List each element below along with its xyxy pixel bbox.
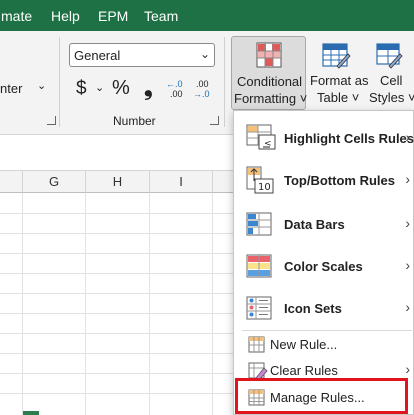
- data-bars-label: Data Bars: [284, 217, 345, 232]
- grid-line: [212, 193, 213, 415]
- grid-line: [0, 273, 240, 274]
- menu-item-help[interactable]: Help: [51, 8, 80, 24]
- chevron-right-icon: ›: [405, 299, 410, 315]
- cell-styles-button[interactable]: Cell Styles ˅: [366, 36, 414, 110]
- alignment-launcher-icon[interactable]: [47, 116, 56, 125]
- cell-styles-label-1: Cell: [380, 73, 403, 88]
- highlight-cells-icon: <: [246, 124, 276, 150]
- currency-icon[interactable]: $: [76, 78, 87, 100]
- column-header-blank[interactable]: [0, 171, 23, 193]
- chevron-down-icon[interactable]: ⌄: [37, 79, 46, 92]
- chevron-right-icon: ›: [405, 257, 410, 273]
- chevron-down-icon[interactable]: ⌄: [95, 81, 104, 94]
- increase-decimal-bottom: .00: [170, 89, 183, 99]
- conditional-formatting-label-2: Formatting ˅: [234, 91, 308, 106]
- number-launcher-icon[interactable]: [210, 116, 219, 125]
- menu-item-team[interactable]: Team: [144, 8, 178, 24]
- column-header-i[interactable]: I: [150, 171, 213, 193]
- grid-line: [0, 253, 240, 254]
- chevron-right-icon: ›: [405, 361, 410, 377]
- format-as-table-label-2: Table ˅: [317, 90, 360, 105]
- column-header-h[interactable]: H: [86, 171, 150, 193]
- menu-item-new-rule[interactable]: New Rule...: [234, 333, 414, 357]
- icon-sets-icon: [246, 296, 272, 320]
- cell-styles-icon: [376, 43, 403, 69]
- grid-line: [0, 293, 240, 294]
- cell-styles-label-2: Styles ˅: [369, 90, 414, 105]
- comma-style-icon[interactable]: ❟: [144, 75, 153, 101]
- grid-line: [149, 193, 150, 415]
- conditional-formatting-label-1: Conditional: [237, 74, 303, 89]
- format-as-table-label-1: Format as: [310, 73, 369, 88]
- top10-icon-text: 10: [258, 182, 271, 193]
- grid-line: [0, 233, 240, 234]
- chevron-down-icon: ⌄: [199, 47, 210, 61]
- chevron-right-icon: ›: [405, 129, 410, 145]
- menu-item-epm[interactable]: EPM: [98, 8, 128, 24]
- number-format-select[interactable]: General ⌄: [69, 43, 215, 67]
- menu-item-highlight-cells-rules[interactable]: < Highlight Cells Rules ›: [234, 119, 414, 159]
- new-rule-icon: [248, 336, 265, 353]
- decrease-decimal-icon[interactable]: .00 →.0: [193, 79, 215, 103]
- sheet-tab-indicator: [23, 411, 39, 415]
- merge-center-label[interactable]: nter: [0, 81, 22, 96]
- top-bottom-icon: 10: [246, 166, 274, 194]
- menu-bar: mate Help EPM Team: [0, 0, 414, 31]
- manage-rules-highlight-box: [235, 378, 408, 414]
- grid-line: [0, 353, 240, 354]
- conditional-formatting-button[interactable]: Conditional Formatting ˅: [231, 36, 308, 110]
- color-scales-label: Color Scales: [284, 259, 363, 274]
- grid-line: [22, 193, 23, 415]
- increase-decimal-icon[interactable]: ←.0 .00: [166, 79, 188, 103]
- group-separator: [224, 37, 225, 127]
- grid-line: [0, 213, 240, 214]
- grid-line: [0, 333, 240, 334]
- group-separator: [59, 37, 60, 127]
- number-group-label: Number: [113, 114, 156, 128]
- increase-decimal-top: ←.0: [166, 79, 183, 89]
- icon-sets-label: Icon Sets: [284, 301, 342, 316]
- decrease-decimal-bottom: →.0: [193, 89, 210, 99]
- color-scales-icon: [246, 254, 272, 278]
- menu-item-formulas[interactable]: mate: [1, 8, 32, 24]
- conditional-formatting-icon: [256, 42, 282, 68]
- menu-item-data-bars[interactable]: Data Bars ›: [234, 205, 414, 245]
- grid-line: [85, 193, 86, 415]
- menu-item-top-bottom-rules[interactable]: 10 Top/Bottom Rules ›: [234, 161, 414, 201]
- conditional-formatting-menu: < Highlight Cells Rules › 10 Top/Bottom …: [233, 110, 414, 415]
- grid-line: [0, 393, 240, 394]
- number-format-value: General: [74, 48, 121, 63]
- menu-item-icon-sets[interactable]: Icon Sets ›: [234, 289, 414, 329]
- decrease-decimal-top: .00: [196, 79, 209, 89]
- data-bars-icon: [246, 212, 272, 236]
- highlight-cells-rules-label: Highlight Cells Rules: [284, 131, 414, 146]
- format-as-table-icon: [322, 43, 351, 69]
- top-bottom-rules-label: Top/Bottom Rules: [284, 173, 395, 188]
- column-header-g[interactable]: G: [23, 171, 86, 193]
- new-rule-label: New Rule...: [270, 337, 338, 352]
- menu-separator: [242, 330, 412, 331]
- clear-rules-label: Clear Rules: [270, 363, 338, 378]
- grid-line: [0, 313, 240, 314]
- format-as-table-button[interactable]: Format as Table ˅: [308, 36, 369, 110]
- chevron-right-icon: ›: [405, 171, 410, 187]
- chevron-right-icon: ›: [405, 215, 410, 231]
- menu-item-color-scales[interactable]: Color Scales ›: [234, 247, 414, 287]
- grid-line: [0, 373, 240, 374]
- percent-icon[interactable]: %: [112, 77, 130, 100]
